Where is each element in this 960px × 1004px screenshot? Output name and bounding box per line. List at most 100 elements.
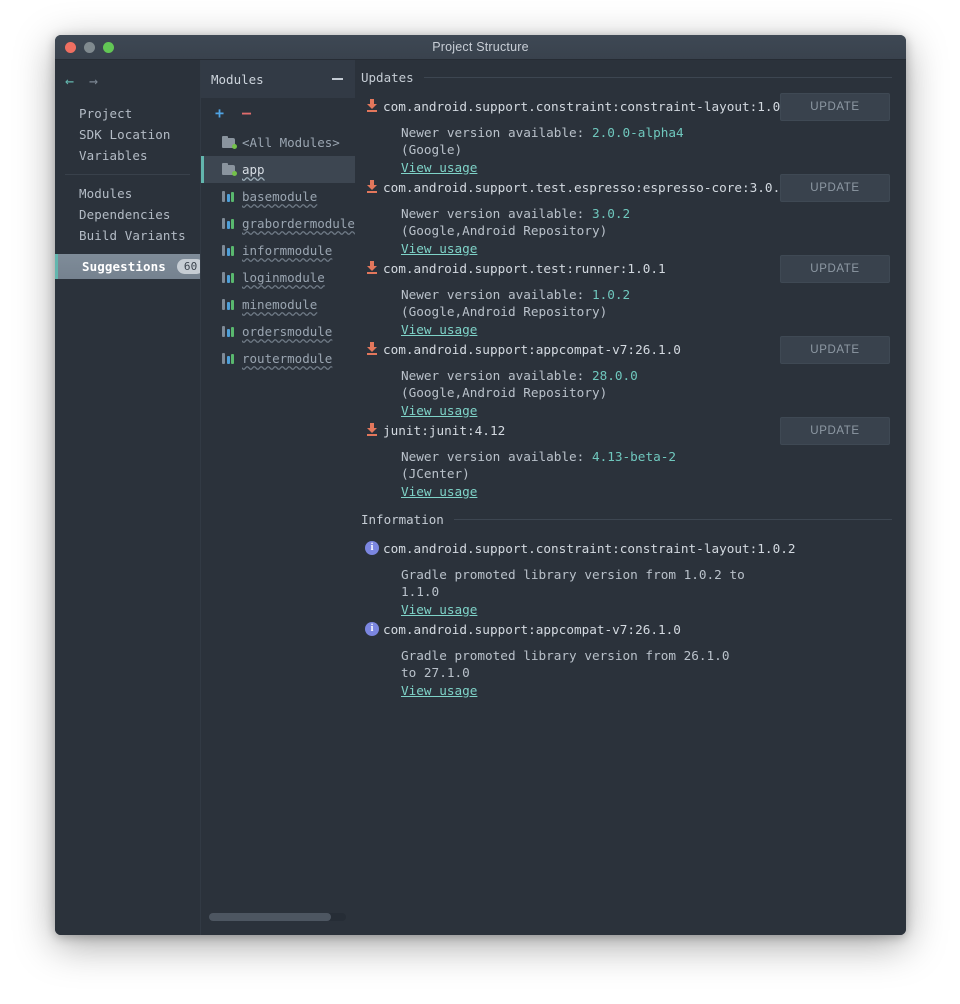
- update-button[interactable]: UPDATE: [780, 417, 890, 445]
- dependency-coordinate: com.android.support.constraint:constrain…: [383, 541, 796, 556]
- view-usage-link[interactable]: View usage: [401, 240, 477, 257]
- update-button[interactable]: UPDATE: [780, 174, 890, 202]
- list-item[interactable]: basemodule: [201, 183, 355, 210]
- detail-suffix: (Google): [401, 142, 463, 157]
- dependency-coordinate: com.android.support:appcompat-v7:26.1.0: [383, 622, 681, 637]
- module-label: basemodule: [242, 189, 318, 204]
- download-icon: [361, 421, 383, 436]
- list-item[interactable]: ordersmodule: [201, 318, 355, 345]
- updates-section-title: Updates: [361, 70, 414, 85]
- view-usage-link[interactable]: View usage: [401, 682, 477, 699]
- module-label: grabordermodule: [242, 216, 355, 231]
- modules-panel-title: Modules: [211, 71, 264, 87]
- list-item[interactable]: routermodule: [201, 345, 355, 372]
- download-icon: [361, 259, 383, 274]
- download-icon: [361, 178, 383, 193]
- list-item[interactable]: grabordermodule: [201, 210, 355, 237]
- sidebar-item-build-variants[interactable]: Build Variants: [55, 225, 200, 246]
- sidebar-item-variables[interactable]: Variables: [55, 145, 200, 166]
- sidebar-item-sdk-location[interactable]: SDK Location: [55, 124, 200, 145]
- new-version: 1.0.2: [591, 287, 631, 302]
- view-usage-link[interactable]: View usage: [401, 601, 477, 618]
- view-usage-link[interactable]: View usage: [401, 483, 477, 500]
- update-entry: junit:junit:4.12 Newer version available…: [361, 417, 892, 500]
- list-item[interactable]: <All Modules>: [201, 129, 355, 156]
- library-icon: [222, 325, 236, 338]
- update-detail: Newer version available: 2.0.0-alpha4 (G…: [401, 124, 746, 176]
- info-icon: i: [361, 539, 383, 555]
- module-label: ordersmodule: [242, 324, 333, 339]
- module-label: routermodule: [242, 351, 333, 366]
- sidebar-item-suggestions[interactable]: Suggestions 60: [55, 254, 205, 279]
- module-label: <All Modules>: [242, 135, 340, 150]
- detail-prefix: Newer version available:: [401, 206, 592, 221]
- update-button[interactable]: UPDATE: [780, 93, 890, 121]
- remove-module-icon[interactable]: –: [242, 106, 251, 121]
- section-divider: [453, 519, 892, 520]
- library-icon: [222, 298, 236, 311]
- modules-toolbar: + –: [201, 98, 355, 127]
- detail-suffix: (Google,Android Repository): [401, 385, 608, 400]
- nav-history-controls: ← →: [55, 70, 200, 103]
- dependency-coordinate: com.android.support.test.espresso:espres…: [383, 180, 788, 195]
- detail-prefix: Newer version available:: [401, 287, 592, 302]
- library-icon: [222, 352, 236, 365]
- download-icon: [361, 97, 383, 112]
- view-usage-link[interactable]: View usage: [401, 321, 477, 338]
- detail-prefix: Newer version available:: [401, 368, 592, 383]
- update-detail: Newer version available: 4.13-beta-2 (JC…: [401, 448, 746, 500]
- module-label: minemodule: [242, 297, 318, 312]
- new-version: 4.13-beta-2: [591, 449, 676, 464]
- detail-suffix: (Google,Android Repository): [401, 304, 608, 319]
- dependency-coordinate: com.android.support:appcompat-v7:26.1.0: [383, 342, 681, 357]
- back-arrow-icon[interactable]: ←: [65, 74, 74, 89]
- nav-group-modules: Modules Dependencies Build Variants: [55, 183, 200, 246]
- view-usage-link[interactable]: View usage: [401, 159, 477, 176]
- new-version: 2.0.0-alpha4: [591, 125, 684, 140]
- suggestions-content: Updates com.android.support.constraint:c…: [355, 60, 906, 935]
- dependency-coordinate: com.android.support.test:runner:1.0.1: [383, 261, 666, 276]
- list-item[interactable]: informmodule: [201, 237, 355, 264]
- library-icon: [222, 244, 236, 257]
- information-section-header: Information: [361, 512, 892, 527]
- modules-panel: Modules + – <All Modules> app basemodule…: [200, 60, 355, 935]
- sidebar-item-project[interactable]: Project: [55, 103, 200, 124]
- updates-section-header: Updates: [361, 70, 892, 85]
- sidebar-item-label: Suggestions: [82, 259, 166, 274]
- list-item-app[interactable]: app: [201, 156, 355, 183]
- left-nav: ← → Project SDK Location Variables Modul…: [55, 60, 205, 935]
- information-list: i com.android.support.constraint:constra…: [361, 539, 892, 699]
- information-entry: i com.android.support:appcompat-v7:26.1.…: [361, 620, 892, 699]
- updates-list: com.android.support.constraint:constrain…: [361, 93, 892, 500]
- screen: Project Structure ← → Project SDK Locati…: [0, 0, 960, 1004]
- section-divider: [423, 77, 892, 78]
- dependency-coordinate: junit:junit:4.12: [383, 423, 506, 438]
- minimize-panel-icon[interactable]: [332, 77, 343, 81]
- module-label: informmodule: [242, 243, 333, 258]
- update-entry: com.android.support:appcompat-v7:26.1.0 …: [361, 336, 892, 419]
- detail-suffix: (Google,Android Repository): [401, 223, 608, 238]
- project-structure-window: Project Structure ← → Project SDK Locati…: [55, 35, 906, 935]
- sidebar-item-dependencies[interactable]: Dependencies: [55, 204, 200, 225]
- new-version: 28.0.0: [591, 368, 638, 383]
- modules-horizontal-scrollbar[interactable]: [209, 913, 346, 921]
- library-icon: [222, 190, 236, 203]
- list-item[interactable]: minemodule: [201, 291, 355, 318]
- update-button[interactable]: UPDATE: [780, 336, 890, 364]
- view-usage-link[interactable]: View usage: [401, 402, 477, 419]
- update-entry: com.android.support.test.espresso:espres…: [361, 174, 892, 257]
- update-detail: Newer version available: 3.0.2 (Google,A…: [401, 205, 746, 257]
- detail-suffix: (JCenter): [401, 466, 470, 481]
- add-module-icon[interactable]: +: [215, 106, 224, 121]
- library-icon: [222, 217, 236, 230]
- information-entry: i com.android.support.constraint:constra…: [361, 539, 892, 618]
- dependency-coordinate: com.android.support.constraint:constrain…: [383, 99, 796, 114]
- forward-arrow-icon[interactable]: →: [89, 74, 98, 89]
- module-label: app: [242, 162, 265, 177]
- window-body: ← → Project SDK Location Variables Modul…: [55, 60, 906, 935]
- detail-prefix: Newer version available:: [401, 125, 592, 140]
- list-item[interactable]: loginmodule: [201, 264, 355, 291]
- modules-panel-header: Modules: [201, 60, 355, 98]
- update-button[interactable]: UPDATE: [780, 255, 890, 283]
- sidebar-item-modules[interactable]: Modules: [55, 183, 200, 204]
